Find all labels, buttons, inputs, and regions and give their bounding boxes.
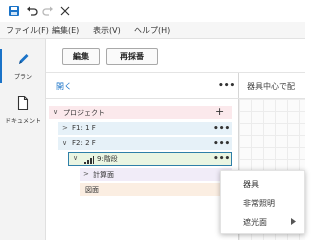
tree-row-label: 9:階段 — [97, 155, 118, 163]
sidebar-item-plan[interactable]: プラン — [0, 47, 46, 87]
chevron-down-icon[interactable]: ∨ — [73, 154, 78, 162]
sidebar-item-label: プラン — [13, 74, 32, 81]
more-options-icon[interactable]: ••• — [213, 125, 230, 134]
tree-row-drawing[interactable]: 図面 — [80, 183, 232, 196]
more-options-icon[interactable]: ••• — [218, 82, 235, 91]
renumber-button[interactable]: 再採番 — [106, 48, 158, 65]
menu-help[interactable]: ヘルプ(H) — [134, 25, 170, 36]
more-options-icon[interactable]: ••• — [213, 155, 230, 164]
menu-bar: ファイル(F) 編集(E) 表示(V) ヘルプ(H) — [0, 22, 305, 39]
title-bar — [0, 0, 305, 22]
panel-title[interactable]: 開く — [56, 81, 72, 92]
tree-row-project[interactable]: ∨ プロジェクト + — [49, 105, 232, 119]
edit-button[interactable]: 編集 — [62, 48, 100, 65]
close-icon[interactable] — [58, 4, 72, 18]
right-pane-title: 器具中心で配 — [247, 82, 295, 91]
tree-row-floor1[interactable]: > F1: 1 F ••• — [58, 122, 232, 135]
tree-row-label: F2: 2 F — [72, 139, 96, 147]
pencil-icon — [16, 51, 30, 67]
context-menu: 器具 非常照明 遮光面 — [220, 170, 305, 234]
panel-header: 開く ••• — [46, 73, 239, 99]
tree-row-label: 図面 — [85, 186, 99, 194]
toolbar: 編集 再採番 — [46, 39, 305, 73]
chevron-down-icon[interactable]: ∨ — [62, 139, 67, 147]
sidebar: プラン ドキュメント — [0, 39, 46, 240]
sidebar-item-document[interactable]: ドキュメント — [0, 91, 46, 131]
menu-file[interactable]: ファイル(F) — [6, 25, 49, 36]
redo-icon[interactable] — [41, 4, 55, 18]
tree-panel: 開く ••• ∨ プロジェクト + > F1: 1 F ••• ∨ F2: 2 … — [46, 73, 239, 240]
tree-row-label: F1: 1 F — [72, 124, 96, 132]
add-icon[interactable]: + — [215, 105, 224, 118]
context-menu-item-label: 遮光面 — [243, 218, 267, 227]
save-icon[interactable] — [7, 4, 21, 18]
stair-icon — [84, 156, 94, 164]
context-menu-item-emergency-light[interactable]: 非常照明 — [221, 194, 306, 212]
context-menu-item-shading-surface[interactable]: 遮光面 — [221, 213, 306, 231]
chevron-right-icon[interactable]: > — [62, 124, 68, 132]
sidebar-item-label: ドキュメント — [4, 118, 41, 125]
undo-icon[interactable] — [25, 4, 39, 18]
context-menu-item-label: 非常照明 — [243, 199, 275, 208]
right-pane-header: 器具中心で配 — [239, 73, 305, 99]
submenu-arrow-icon — [291, 218, 296, 227]
chevron-down-icon[interactable]: ∨ — [53, 108, 58, 116]
tree-row-floor2[interactable]: ∨ F2: 2 F ••• — [58, 137, 232, 150]
tree-row-label: プロジェクト — [63, 109, 105, 117]
menu-view[interactable]: 表示(V) — [93, 25, 121, 36]
context-menu-item-luminaire[interactable]: 器具 — [221, 175, 306, 193]
chevron-right-icon[interactable]: > — [83, 170, 89, 178]
context-menu-item-label: 器具 — [243, 180, 259, 189]
tree-row-calc-surface[interactable]: > 計算面 — [80, 168, 232, 181]
tree-row-label: 計算面 — [93, 171, 114, 179]
more-options-icon[interactable]: ••• — [213, 140, 230, 149]
document-icon — [16, 95, 30, 111]
menu-edit[interactable]: 編集(E) — [52, 25, 79, 36]
tree-row-stair[interactable]: ∨ 9:階段 ••• — [68, 152, 232, 166]
